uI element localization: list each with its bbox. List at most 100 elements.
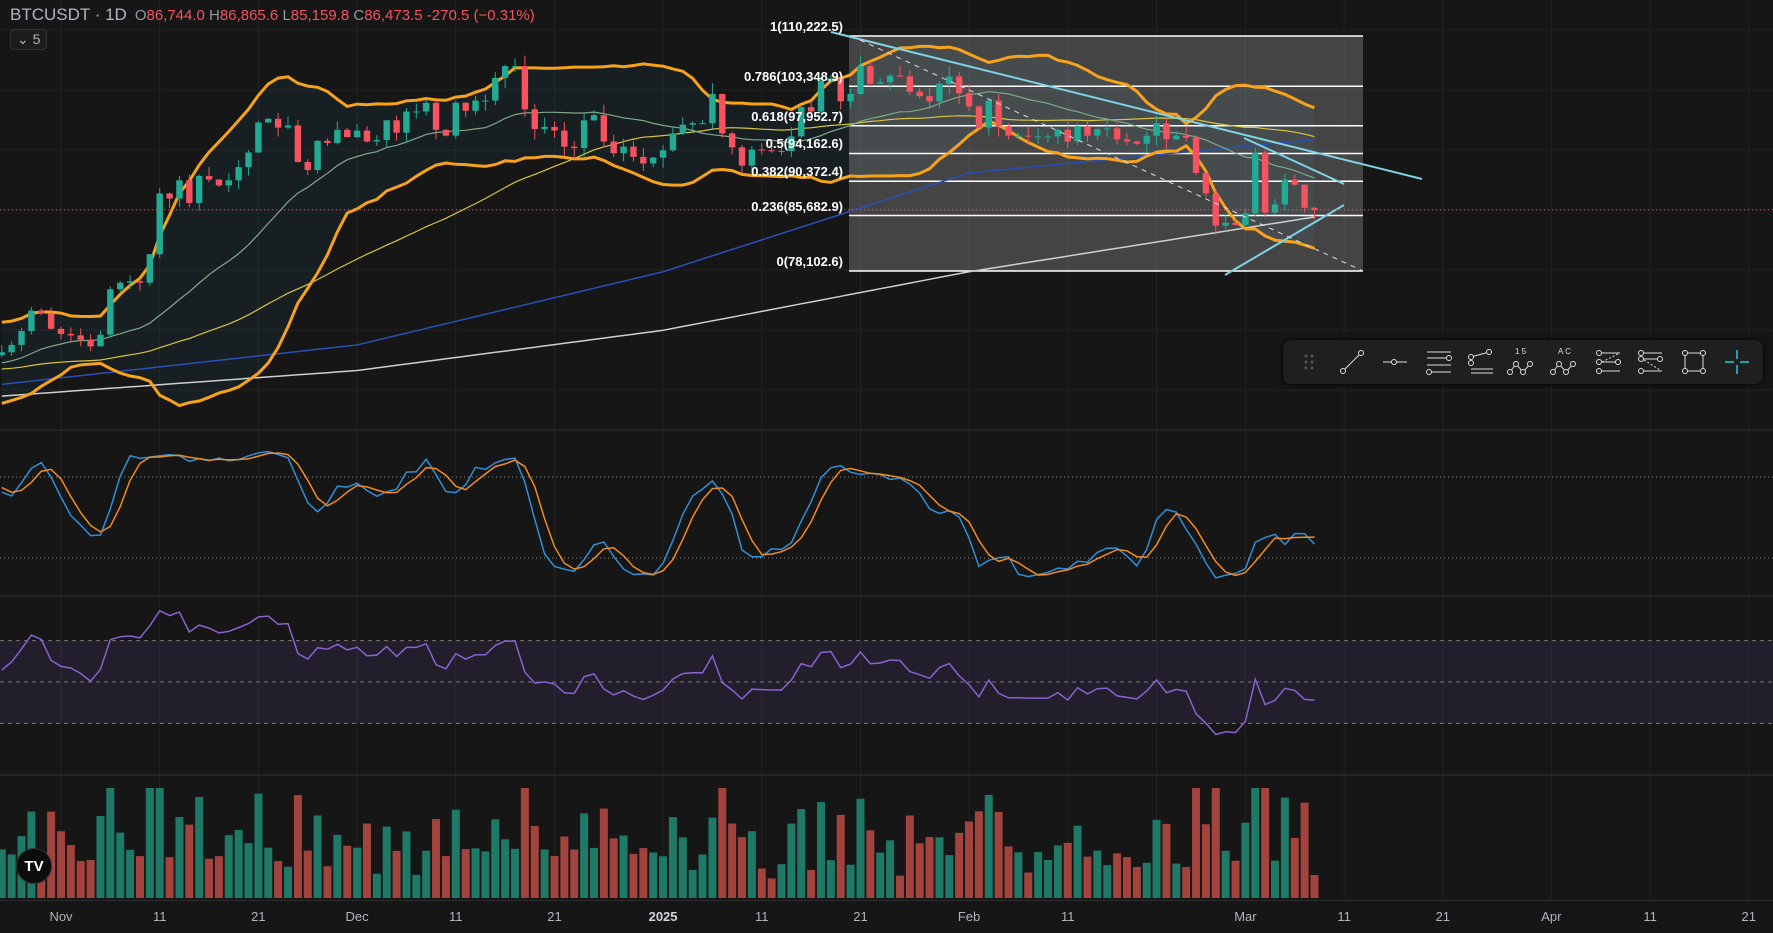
volume-bar <box>905 815 914 898</box>
symbol-title[interactable]: BTCUSDT · 1D <box>10 5 127 25</box>
volume-bar <box>313 815 322 898</box>
volume-bar <box>639 848 648 898</box>
candle-up <box>0 352 5 356</box>
volume-bar <box>244 843 253 898</box>
volume-bar <box>836 814 845 898</box>
fib-extension-icon[interactable] <box>1590 344 1627 380</box>
symbol-legend: BTCUSDT · 1D O86,744.0 H86,865.6 L85,159… <box>10 5 535 25</box>
candle-up <box>492 77 499 101</box>
candle-down <box>67 333 75 336</box>
volume-bar <box>589 847 598 898</box>
candle-up <box>886 75 894 83</box>
abcd-pattern-icon[interactable]: A C <box>1547 344 1584 380</box>
candle-up <box>8 344 15 353</box>
fib-level-label: 0.236(85,682.9) <box>751 198 843 214</box>
horizontal-ray-icon[interactable] <box>1376 344 1413 380</box>
candle-up <box>580 120 588 149</box>
volume-bar <box>599 808 608 898</box>
volume-bar <box>1083 856 1092 898</box>
candle-down <box>1113 128 1121 140</box>
rectangle-icon[interactable] <box>1676 344 1713 380</box>
volume-bar <box>1073 825 1082 898</box>
fib-retracement-icon[interactable] <box>1419 344 1456 380</box>
volume-bar <box>1280 797 1289 898</box>
volume-bar <box>609 838 618 898</box>
candle-up <box>413 111 420 113</box>
candle-down <box>1025 135 1032 137</box>
candle-down <box>965 93 973 107</box>
volume-bar <box>560 836 569 898</box>
candle-up <box>126 281 134 283</box>
volume-bar <box>175 817 184 898</box>
stoch-k-line <box>1 450 1316 579</box>
high-label: H <box>209 7 220 24</box>
candle-down <box>186 180 193 203</box>
candle-down <box>1133 141 1141 144</box>
candle-up <box>1173 135 1180 140</box>
tradingview-logo[interactable]: TV <box>16 848 52 884</box>
volume-bar <box>856 798 865 898</box>
volume-bar <box>728 823 737 898</box>
volume-bar <box>1310 875 1319 898</box>
volume-bar <box>234 829 243 898</box>
candle-up <box>541 126 548 130</box>
volume-bar <box>412 874 421 898</box>
volume-bar <box>274 861 283 898</box>
volume-bar <box>866 830 875 898</box>
candle-up <box>1104 128 1111 130</box>
volume-bar <box>984 794 993 898</box>
candle-up <box>284 125 292 128</box>
candle-up <box>650 157 657 164</box>
drag-handle-icon[interactable] <box>1291 344 1328 380</box>
candle-down <box>1212 193 1219 226</box>
candle-down <box>166 193 173 199</box>
volume-bar <box>570 849 579 898</box>
time-axis-label: 11 <box>152 909 167 924</box>
time-axis[interactable]: Nov 11 21 Dec 11 21 2025 11 21 Feb 11 Mar 11 21 Apr 11 2… <box>0 900 1773 933</box>
volume-bar <box>659 856 668 898</box>
volume-bar <box>678 837 687 898</box>
volume-bar <box>1201 824 1210 898</box>
candle-down <box>344 129 351 138</box>
volume-bar <box>461 849 470 898</box>
candle-up <box>422 102 430 112</box>
change-value: -270.5 (−0.31%) <box>426 7 535 24</box>
volume-bar <box>915 843 924 898</box>
candle-up <box>511 66 519 68</box>
candle-down <box>294 125 302 163</box>
indicators-collapse-button[interactable]: ⌄ 5 <box>10 29 48 50</box>
volume-bar <box>1251 788 1260 898</box>
candle-down <box>38 310 45 314</box>
candle-down <box>1291 179 1298 185</box>
open-label: O <box>134 7 147 24</box>
candle-down <box>47 313 55 329</box>
volume-bar <box>106 788 115 898</box>
fib-channel-icon[interactable] <box>1633 344 1670 380</box>
volume-bar <box>1241 822 1250 898</box>
time-axis-label: 21 <box>853 909 868 924</box>
xabcd-pattern-icon[interactable]: 1 5 <box>1505 344 1542 380</box>
pitchfork-icon[interactable] <box>1462 344 1499 380</box>
ohlc-values: O86,744.0 H86,865.6 L85,159.8 C86,473.5 … <box>135 7 535 24</box>
volume-bar <box>511 848 520 898</box>
candle-up <box>1044 136 1052 138</box>
open-value: 86,744.0 <box>146 7 205 24</box>
chart-canvas[interactable] <box>0 0 1773 900</box>
volume-bar <box>974 811 983 898</box>
trend-line-icon[interactable] <box>1334 344 1371 380</box>
candle-up <box>482 100 489 102</box>
volume-bar <box>1152 819 1161 898</box>
time-axis-label: 11 <box>1060 909 1075 924</box>
candle-up <box>255 122 262 153</box>
crosshair-icon[interactable] <box>1718 344 1755 380</box>
volume-bar <box>362 823 371 898</box>
volume-bar <box>688 869 697 898</box>
volume-bar <box>1004 846 1013 898</box>
candle-up <box>669 133 677 151</box>
candle-down <box>561 130 568 147</box>
time-axis-label: 11 <box>755 909 769 924</box>
volume-bar <box>846 864 855 898</box>
volume-bar <box>1132 866 1141 898</box>
volume-bar <box>372 873 381 898</box>
volume-bar <box>787 823 796 898</box>
